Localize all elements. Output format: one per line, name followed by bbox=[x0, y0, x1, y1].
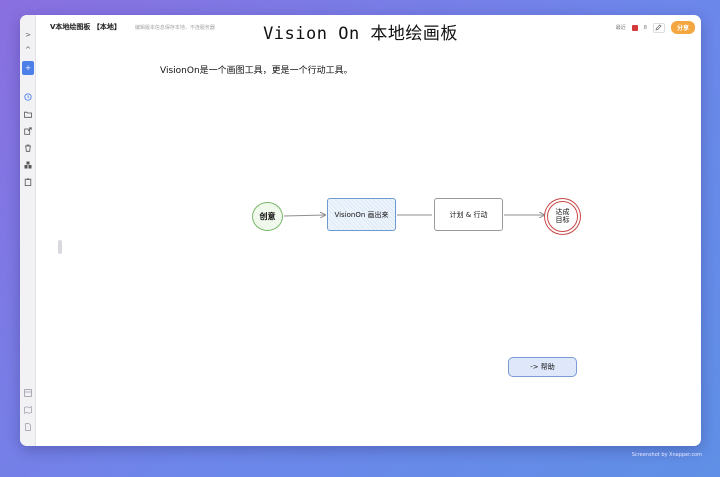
chevron-up-icon: ^ bbox=[25, 45, 31, 54]
node-draw-label: VisionOn 画出来 bbox=[334, 210, 389, 219]
new-board-button[interactable]: + bbox=[22, 61, 34, 75]
intro-text[interactable]: VisionOn是一个画图工具，更是一个行动工具。 bbox=[160, 63, 353, 76]
library-icon bbox=[24, 161, 32, 169]
node-goal-label: 达成 目标 bbox=[555, 208, 570, 224]
board-title[interactable]: Vision On 本地绘画板 bbox=[20, 19, 701, 44]
recent-indicator-icon[interactable] bbox=[631, 24, 638, 31]
export-icon bbox=[24, 127, 32, 135]
recent-count: 8 bbox=[643, 24, 647, 31]
plus-icon: + bbox=[25, 63, 31, 72]
app-window: > ^ + V本地绘图板 【本地】 编辑版本信息保存本地，不连服务器 Visio… bbox=[20, 15, 701, 446]
node-goal-line2: 目标 bbox=[555, 215, 570, 224]
document-icon bbox=[25, 423, 31, 431]
header-right: 最近 8 分享 bbox=[616, 21, 695, 34]
clipboard-icon bbox=[24, 178, 32, 186]
collapse-up-button[interactable]: ^ bbox=[22, 44, 34, 56]
map-button[interactable] bbox=[22, 404, 34, 416]
node-idea[interactable]: 创意 bbox=[252, 202, 283, 231]
share-button[interactable]: 分享 bbox=[670, 21, 695, 34]
delete-button[interactable] bbox=[22, 142, 34, 154]
clipboard-button[interactable] bbox=[22, 176, 34, 188]
folder-icon bbox=[24, 111, 32, 118]
panel-button[interactable] bbox=[22, 387, 34, 399]
watermark: Screenshot by Xnapper.com bbox=[631, 452, 702, 458]
node-plan[interactable]: 计划 & 行动 bbox=[434, 198, 503, 231]
recent-label: 最近 bbox=[615, 25, 626, 31]
node-goal[interactable]: 达成 目标 bbox=[547, 201, 578, 232]
node-draw[interactable]: VisionOn 画出来 bbox=[327, 198, 396, 231]
panel-icon bbox=[24, 389, 32, 397]
library-button[interactable] bbox=[22, 159, 34, 171]
node-plan-label: 计划 & 行动 bbox=[449, 210, 488, 219]
node-idea-label: 创意 bbox=[259, 212, 276, 221]
edit-button[interactable] bbox=[652, 22, 665, 33]
document-button[interactable] bbox=[22, 421, 34, 433]
sidebar-resize-handle[interactable] bbox=[58, 240, 62, 254]
edit-icon bbox=[656, 24, 662, 31]
export-button[interactable] bbox=[22, 125, 34, 137]
help-button[interactable]: -> 帮助 bbox=[508, 357, 577, 377]
open-folder-button[interactable] bbox=[22, 108, 34, 120]
history-button[interactable] bbox=[22, 91, 34, 103]
left-toolbar: > ^ + bbox=[20, 15, 36, 446]
map-icon bbox=[24, 406, 32, 414]
clock-icon bbox=[24, 93, 32, 101]
trash-icon bbox=[25, 144, 31, 152]
arrow-idea-to-draw bbox=[283, 215, 325, 216]
